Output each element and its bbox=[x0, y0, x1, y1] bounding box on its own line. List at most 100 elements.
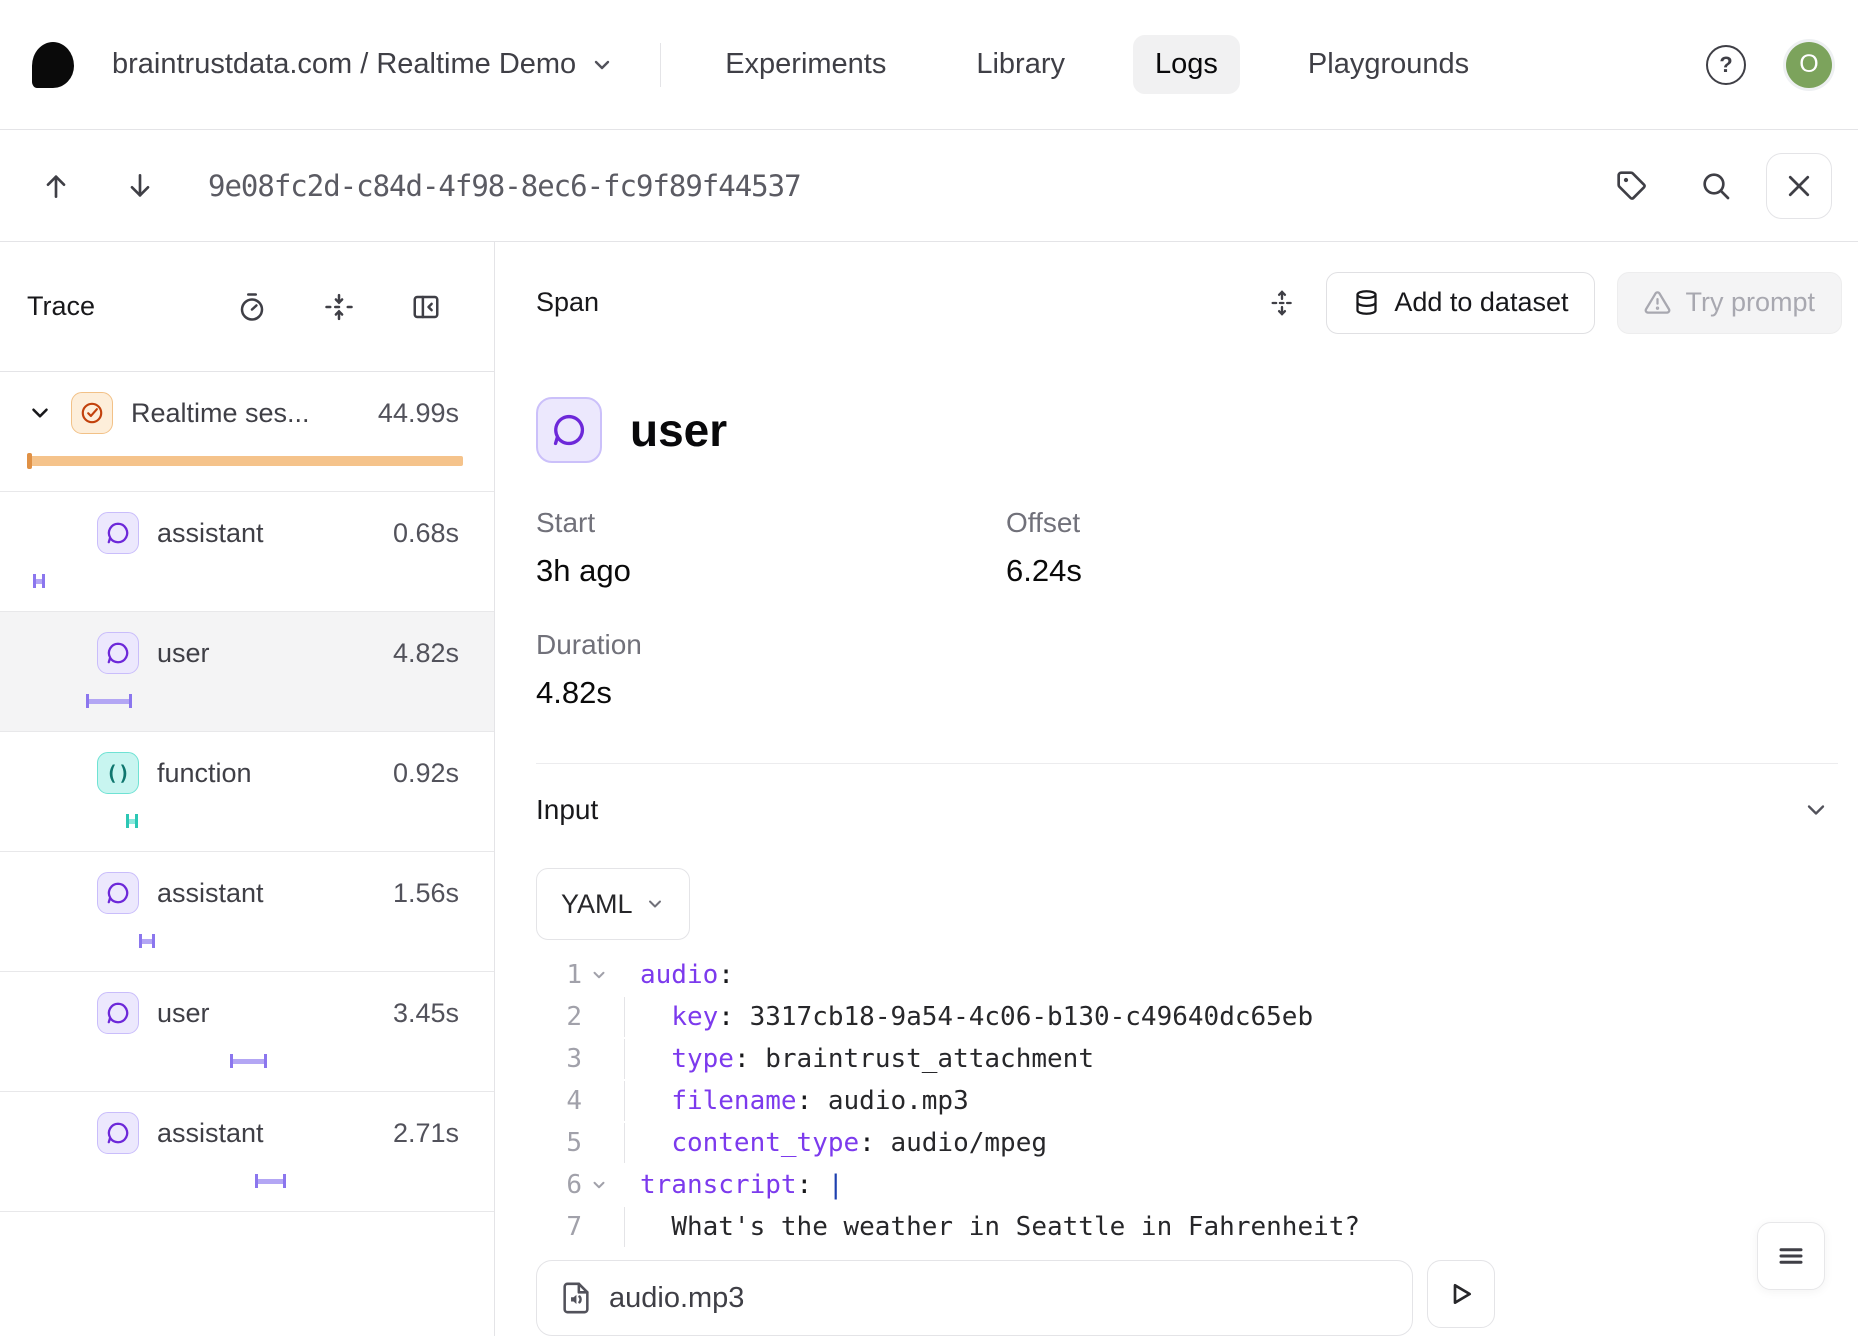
chevron-down-icon bbox=[590, 53, 614, 77]
trace-row-assistant[interactable]: assistant2.71s bbox=[0, 1092, 494, 1212]
fold-chevron-icon[interactable] bbox=[582, 966, 616, 984]
function-icon: () bbox=[97, 752, 139, 794]
line-number: 6 bbox=[536, 1170, 582, 1200]
span-timeline-bar bbox=[126, 814, 138, 828]
chevron-down-icon bbox=[645, 894, 665, 914]
meta-duration: Duration 4.82s bbox=[536, 629, 1006, 711]
timer-icon[interactable] bbox=[237, 292, 267, 322]
try-prompt-button[interactable]: Try prompt bbox=[1617, 272, 1842, 334]
format-selector-value: YAML bbox=[561, 889, 633, 920]
span-body: user Start 3h ago Offset 6.24s Duration … bbox=[495, 349, 1858, 1336]
format-selector[interactable]: YAML bbox=[536, 868, 690, 940]
line-number: 4 bbox=[536, 1086, 582, 1116]
breadcrumb[interactable]: braintrustdata.com / Realtime Demo bbox=[112, 48, 614, 81]
code-text: What's the weather in Seattle in Fahrenh… bbox=[616, 1212, 1360, 1242]
search-icon[interactable] bbox=[1700, 170, 1732, 202]
trace-panel-header: Trace bbox=[0, 242, 494, 372]
code-line-7: 7 What's the weather in Seattle in Fahre… bbox=[536, 1206, 1830, 1248]
span-timeline-track bbox=[0, 806, 494, 840]
section-divider bbox=[536, 763, 1838, 764]
close-trace-button[interactable] bbox=[1766, 153, 1832, 219]
code-text: transcript: | bbox=[616, 1170, 844, 1200]
main-nav: Experiments Library Logs Playgrounds bbox=[703, 35, 1491, 94]
span-row-label: function bbox=[157, 758, 252, 789]
braintrust-logo-icon[interactable] bbox=[32, 42, 74, 88]
nav-item-logs[interactable]: Logs bbox=[1133, 35, 1240, 94]
resize-panel-icon[interactable] bbox=[1268, 289, 1296, 317]
trace-id: 9e08fc2d-c84d-4f98-8ec6-fc9f89f44537 bbox=[208, 169, 801, 203]
span-timeline-track bbox=[0, 1166, 494, 1200]
trace-row-user[interactable]: user 4.82s bbox=[0, 612, 494, 732]
span-timeline-track bbox=[0, 446, 494, 480]
prev-trace-button[interactable] bbox=[40, 170, 72, 202]
offset-label: Offset bbox=[1006, 507, 1476, 539]
span-row-duration: 2.71s bbox=[393, 1118, 459, 1149]
audio-attachment[interactable]: audio.mp3 bbox=[536, 1260, 1413, 1336]
chat-bubble-icon bbox=[536, 397, 602, 463]
line-number: 3 bbox=[536, 1044, 582, 1074]
nav-item-library[interactable]: Library bbox=[954, 35, 1087, 94]
expand-chevron-icon[interactable] bbox=[27, 400, 53, 426]
audio-filename: audio.mp3 bbox=[609, 1282, 744, 1315]
nav-item-experiments[interactable]: Experiments bbox=[703, 35, 908, 94]
panel-layout-icon[interactable] bbox=[411, 292, 441, 322]
span-timeline-bar bbox=[27, 456, 463, 466]
warning-triangle-icon bbox=[1644, 289, 1671, 316]
span-timeline-track bbox=[0, 566, 494, 600]
trace-row-user[interactable]: user3.45s bbox=[0, 972, 494, 1092]
span-meta: Start 3h ago Offset 6.24s Duration 4.82s bbox=[536, 507, 1830, 711]
yaml-code-block: 1audio: 2 key: 3317cb18-9a54-4c06-b130-c4… bbox=[536, 954, 1830, 1248]
fold-chevron-icon[interactable] bbox=[582, 1176, 616, 1194]
line-number: 7 bbox=[536, 1212, 582, 1242]
span-row-label: Realtime ses... bbox=[131, 398, 310, 429]
trace-row-assistant[interactable]: assistant1.56s bbox=[0, 852, 494, 972]
span-timeline-bar bbox=[255, 1174, 286, 1188]
trace-row-function[interactable]: () function 0.92s bbox=[0, 732, 494, 852]
code-text: audio: bbox=[616, 960, 734, 990]
input-section-header[interactable]: Input bbox=[536, 794, 1830, 826]
audio-file-icon bbox=[559, 1281, 593, 1315]
play-audio-button[interactable] bbox=[1427, 1260, 1495, 1328]
nav-item-playgrounds[interactable]: Playgrounds bbox=[1286, 35, 1491, 94]
code-text: key: 3317cb18-9a54-4c06-b130-c49640dc65e… bbox=[616, 1002, 1313, 1032]
collapse-rows-icon[interactable] bbox=[324, 292, 354, 322]
chevron-down-icon[interactable] bbox=[1802, 796, 1830, 824]
span-name: user bbox=[630, 403, 727, 457]
trace-panel-title: Trace bbox=[27, 291, 95, 322]
meta-offset: Offset 6.24s bbox=[1006, 507, 1476, 589]
avatar[interactable]: O bbox=[1786, 42, 1832, 88]
menu-button[interactable] bbox=[1757, 1222, 1825, 1290]
span-panel: Span Add to dataset Try prompt bbox=[495, 242, 1858, 1336]
check-circle-icon bbox=[71, 392, 113, 434]
span-header: Span Add to dataset Try prompt bbox=[495, 242, 1858, 349]
add-to-dataset-button[interactable]: Add to dataset bbox=[1326, 272, 1595, 334]
tag-icon[interactable] bbox=[1616, 170, 1648, 202]
duration-label: Duration bbox=[536, 629, 1006, 661]
span-row-label: user bbox=[157, 638, 210, 669]
next-trace-button[interactable] bbox=[124, 170, 156, 202]
chat-bubble-icon bbox=[97, 872, 139, 914]
nav-divider bbox=[660, 43, 661, 87]
span-row-duration: 4.82s bbox=[393, 638, 459, 669]
span-row-label: assistant bbox=[157, 518, 264, 549]
chat-bubble-icon bbox=[97, 632, 139, 674]
offset-value: 6.24s bbox=[1006, 553, 1476, 589]
start-value: 3h ago bbox=[536, 553, 1006, 589]
code-text: content_type: audio/mpeg bbox=[616, 1128, 1047, 1158]
code-line-6: 6 transcript: | bbox=[536, 1164, 1830, 1206]
database-icon bbox=[1353, 289, 1380, 316]
span-row-duration: 0.68s bbox=[393, 518, 459, 549]
add-to-dataset-label: Add to dataset bbox=[1394, 287, 1568, 318]
span-header-title: Span bbox=[536, 287, 599, 318]
trace-row-realtime-ses-[interactable]: Realtime ses...44.99s bbox=[0, 372, 494, 492]
trace-toolbar: 9e08fc2d-c84d-4f98-8ec6-fc9f89f44537 bbox=[0, 130, 1858, 242]
span-row-label: user bbox=[157, 998, 210, 1029]
help-icon[interactable]: ? bbox=[1706, 45, 1746, 85]
top-nav: braintrustdata.com / Realtime Demo Exper… bbox=[0, 0, 1858, 130]
trace-row-assistant[interactable]: assistant 0.68s bbox=[0, 492, 494, 612]
start-label: Start bbox=[536, 507, 1006, 539]
chat-bubble-icon bbox=[97, 512, 139, 554]
span-row-duration: 0.92s bbox=[393, 758, 459, 789]
code-line-1: 1audio: bbox=[536, 954, 1830, 996]
line-number: 2 bbox=[536, 1002, 582, 1032]
